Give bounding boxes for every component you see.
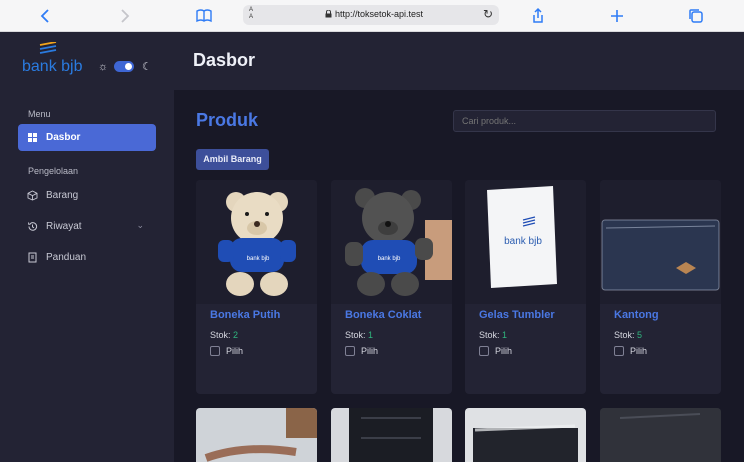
logo-mark: [39, 42, 57, 54]
page-title: Dasbor: [193, 50, 256, 70]
chevron-down-icon[interactable]: ⌄: [136, 220, 144, 231]
take-items-button[interactable]: Ambil Barang: [196, 149, 269, 170]
section-title: Produk: [196, 110, 259, 130]
svg-text:bank bjb: bank bjb: [378, 256, 401, 262]
product-image: [196, 408, 317, 462]
guide-icon: [27, 252, 38, 263]
product-card[interactable]: bank bjb Gelas Tumbler Stok: 1 Pilih: [465, 180, 586, 394]
history-icon: [27, 221, 38, 232]
product-stock: Stok: 5: [614, 330, 643, 340]
url-text: http://toksetok-api.test: [335, 9, 424, 19]
theme-switcher[interactable]: ☼ ☾: [98, 60, 158, 74]
product-stock: Stok: 1: [479, 330, 508, 340]
product-image: bank bjb: [465, 180, 586, 304]
product-card[interactable]: [465, 408, 586, 462]
sidebar-item-label: Dasbor: [46, 132, 81, 143]
top-header: Dasbor: [174, 32, 744, 90]
tabs-icon[interactable]: [686, 6, 706, 26]
box-icon: [27, 190, 38, 201]
svg-text:bank bjb: bank bjb: [247, 256, 270, 262]
address-bar[interactable]: A A http://toksetok-api.test ↻: [243, 5, 499, 25]
product-image: [331, 408, 452, 462]
product-card[interactable]: bank bjb Boneka Putih Stok: 2 Pilih: [196, 180, 317, 394]
share-icon[interactable]: [528, 6, 548, 26]
manage-section-label: Pengelolaan: [28, 166, 79, 176]
theme-toggle[interactable]: [114, 61, 134, 72]
grid-icon: [27, 132, 38, 143]
sidebar-item-barang[interactable]: Barang: [18, 182, 156, 209]
reload-icon[interactable]: ↻: [483, 7, 493, 21]
product-card[interactable]: [600, 408, 721, 462]
sun-icon: ☼: [98, 61, 109, 73]
brand-name: bank bjb: [22, 58, 83, 75]
product-name[interactable]: Kantong: [614, 309, 659, 321]
moon-icon: ☾: [142, 61, 152, 73]
lock-icon: [325, 10, 332, 18]
product-card[interactable]: Kantong Stok: 5 Pilih: [600, 180, 721, 394]
forward-icon[interactable]: [114, 6, 134, 26]
product-stock: Stok: 2: [210, 330, 239, 340]
sidebar-item-panduan[interactable]: Panduan: [18, 244, 156, 271]
product-card[interactable]: [331, 408, 452, 462]
sidebar-item-label: Barang: [46, 190, 79, 201]
bookmarks-icon[interactable]: [194, 6, 214, 26]
product-name[interactable]: Gelas Tumbler: [479, 309, 555, 321]
product-image: bank bjb: [196, 180, 317, 304]
sidebar-item-riwayat[interactable]: Riwayat ⌄: [18, 213, 156, 240]
product-name[interactable]: Boneka Coklat: [345, 309, 421, 321]
product-image: bank bjb: [331, 180, 452, 304]
menu-section-label: Menu: [28, 109, 51, 119]
product-name[interactable]: Boneka Putih: [210, 309, 280, 321]
main-content: Dasbor Produk Ambil Barang bank bjb Bone…: [174, 32, 744, 462]
search-input[interactable]: [453, 110, 716, 132]
product-card[interactable]: bank bjb Boneka Coklat Stok: 1 Pilih: [331, 180, 452, 394]
product-image: [600, 408, 721, 462]
text-size-button[interactable]: A A: [249, 7, 255, 21]
back-icon[interactable]: [36, 6, 56, 26]
product-image: [600, 180, 721, 304]
product-image: [465, 408, 586, 462]
new-tab-icon[interactable]: [607, 6, 627, 26]
product-card[interactable]: [196, 408, 317, 462]
sidebar-item-label: Riwayat: [46, 221, 82, 232]
browser-toolbar: A A http://toksetok-api.test ↻: [0, 0, 744, 32]
product-stock: Stok: 1: [345, 330, 374, 340]
sidebar: bank bjb ☼ ☾ Menu Dasbor Pengelolaan Bar…: [0, 32, 174, 462]
svg-text:bank bjb: bank bjb: [504, 236, 542, 247]
sidebar-item-dasbor[interactable]: Dasbor: [18, 124, 156, 151]
sidebar-item-label: Panduan: [46, 252, 87, 263]
